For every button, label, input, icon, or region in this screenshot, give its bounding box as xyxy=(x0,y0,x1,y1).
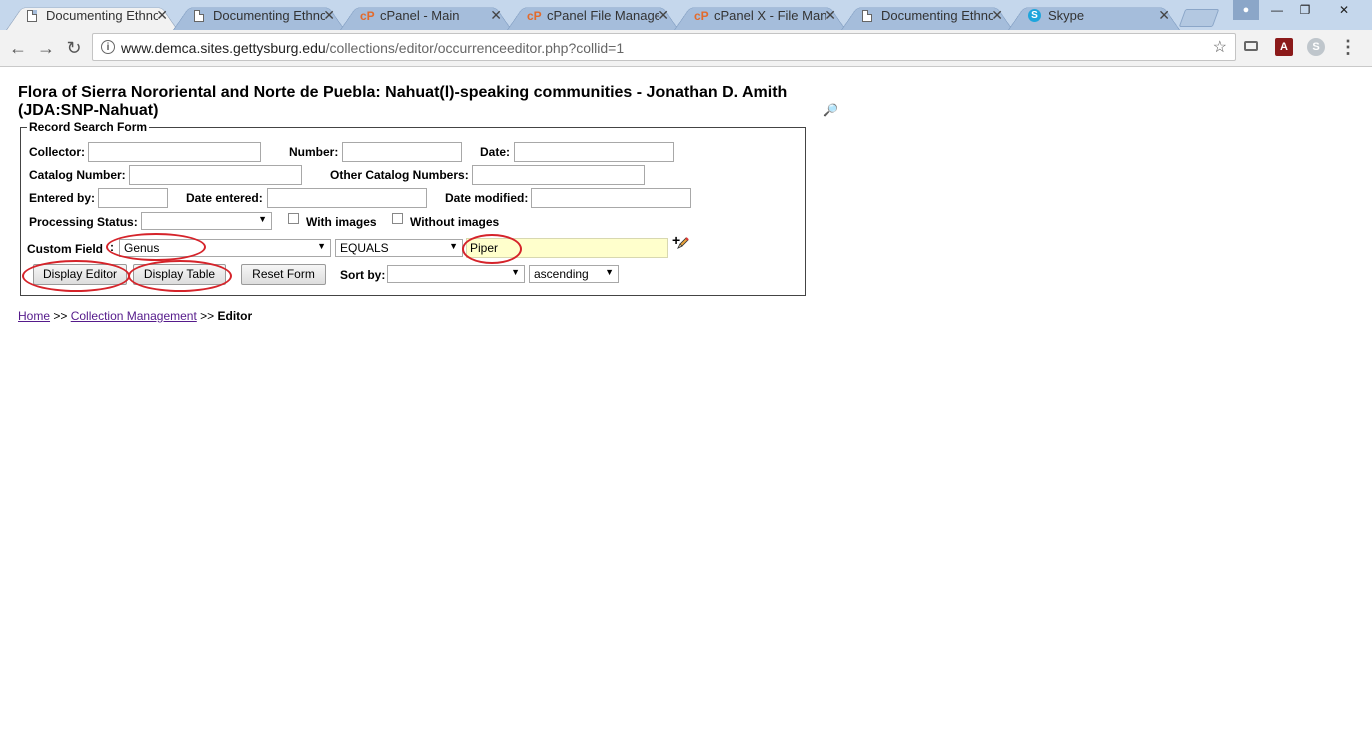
number-input[interactable] xyxy=(342,142,462,162)
custom-field-select[interactable]: Genus ▼ xyxy=(119,239,331,257)
collector-label: Collector: xyxy=(29,145,86,159)
page-title: Flora of Sierra Nororiental and Norte de… xyxy=(18,84,788,119)
cast-icon[interactable] xyxy=(1244,41,1258,51)
tab-title: Documenting Ethnob xyxy=(213,8,325,23)
other-catalog-input[interactable] xyxy=(472,165,645,185)
tab-title: Documenting Ethno xyxy=(46,8,158,23)
tab-skype[interactable]: S Skype ✕ xyxy=(1008,1,1180,30)
number-label: Number: xyxy=(289,145,339,159)
sort-by-label: Sort by: xyxy=(340,268,386,282)
sort-by-select[interactable]: ▼ xyxy=(387,265,525,283)
breadcrumb-collection-management-link[interactable]: Collection Management xyxy=(71,309,197,323)
close-icon[interactable]: ✕ xyxy=(323,7,335,24)
other-catalog-label: Other Catalog Numbers: xyxy=(330,168,469,182)
browser-toolbar: ← → ↻ i www.demca.sites.gettysburg.edu/c… xyxy=(0,30,1372,67)
bookmark-star-icon[interactable]: ☆ xyxy=(1213,37,1227,57)
without-images-label: Without images xyxy=(410,215,500,229)
processing-status-label: Processing Status: xyxy=(29,215,138,229)
cpanel-icon: cP xyxy=(360,9,375,23)
magnifier-icon[interactable]: 🔎 xyxy=(823,103,838,117)
date-modified-label: Date modified: xyxy=(445,191,529,205)
close-icon[interactable]: ✕ xyxy=(156,7,168,24)
address-bar[interactable]: i www.demca.sites.gettysburg.edu/collect… xyxy=(92,33,1236,61)
dropdown-arrow-icon: ▼ xyxy=(511,267,520,277)
catalog-number-input[interactable] xyxy=(129,165,302,185)
close-icon[interactable]: ✕ xyxy=(991,7,1003,24)
reload-icon[interactable]: ↻ xyxy=(62,36,86,60)
info-icon[interactable]: i xyxy=(101,40,115,54)
url-text: www.demca.sites.gettysburg.edu/collectio… xyxy=(121,40,624,56)
tab-documenting-ethno-1[interactable]: Documenting Ethno ✕ xyxy=(6,1,178,30)
document-icon xyxy=(26,9,38,23)
tab-cpanel-file-manager[interactable]: cP cPanel File Manager ✕ xyxy=(507,1,679,30)
form-legend: Record Search Form xyxy=(29,120,148,134)
back-arrow-icon[interactable]: ← xyxy=(6,36,30,60)
breadcrumb-separator: >> xyxy=(200,309,215,323)
with-images-label: With images xyxy=(306,215,377,229)
tab-documenting-ethno-2[interactable]: Documenting Ethnob ✕ xyxy=(173,1,345,30)
forward-arrow-icon[interactable]: → xyxy=(34,36,58,60)
with-images-checkbox[interactable] xyxy=(288,213,299,224)
operator-value: EQUALS xyxy=(340,241,389,255)
date-label: Date: xyxy=(480,145,511,159)
pdf-extension-icon[interactable]: A xyxy=(1275,38,1293,56)
close-icon[interactable]: ✕ xyxy=(657,7,669,24)
menu-icon[interactable]: ⋮ xyxy=(1339,38,1357,56)
reset-form-button[interactable]: Reset Form xyxy=(241,264,326,285)
close-icon[interactable]: ✕ xyxy=(824,7,836,24)
sort-order-value: ascending xyxy=(534,267,589,281)
cpanel-icon: cP xyxy=(694,9,709,23)
date-input[interactable] xyxy=(514,142,674,162)
skype-icon: S xyxy=(1028,9,1041,23)
custom-field-value: Genus xyxy=(124,241,160,255)
catalog-number-label: Catalog Number: xyxy=(29,168,126,182)
pencil-icon[interactable] xyxy=(676,236,690,250)
dropdown-arrow-icon: ▼ xyxy=(449,241,458,251)
processing-status-select[interactable]: ▼ xyxy=(141,212,272,230)
profile-icon[interactable]: ● xyxy=(1233,0,1259,20)
entered-by-label: Entered by: xyxy=(29,191,96,205)
tab-documenting-ethno-3[interactable]: Documenting Ethno ✕ xyxy=(841,1,1013,30)
tab-strip: Documenting Ethno ✕ Documenting Ethnob ✕… xyxy=(0,0,1372,30)
tab-cpanel-x-file-manager[interactable]: cP cPanel X - File Mana ✕ xyxy=(674,1,846,30)
breadcrumb: Home >> Collection Management >> Editor xyxy=(18,309,252,323)
sort-order-select[interactable]: ascending ▼ xyxy=(529,265,619,283)
skype-extension-icon[interactable]: S xyxy=(1307,38,1325,56)
tab-title: Skype xyxy=(1048,8,1085,23)
without-images-checkbox[interactable] xyxy=(392,213,403,224)
collector-input[interactable] xyxy=(88,142,261,162)
tab-title: cPanel X - File Mana xyxy=(714,8,826,23)
dropdown-arrow-icon: ▼ xyxy=(317,241,326,251)
url-path: /collections/editor/occurrenceeditor.php… xyxy=(325,40,625,56)
dropdown-arrow-icon: ▼ xyxy=(258,214,267,224)
dropdown-arrow-icon: ▼ xyxy=(605,267,614,277)
date-modified-input[interactable] xyxy=(531,188,691,208)
date-entered-input[interactable] xyxy=(267,188,427,208)
tab-title: Documenting Ethno xyxy=(881,8,993,23)
breadcrumb-current: Editor xyxy=(217,309,253,323)
tab-title: cPanel File Manager xyxy=(547,8,659,23)
operator-select[interactable]: EQUALS ▼ xyxy=(335,239,463,257)
restore-icon[interactable]: ❐ xyxy=(1290,0,1320,20)
custom-field-colon: : xyxy=(110,240,114,254)
window-close-icon[interactable]: ✕ xyxy=(1326,0,1362,20)
entered-by-input[interactable] xyxy=(98,188,168,208)
close-icon[interactable]: ✕ xyxy=(490,7,502,24)
display-editor-button[interactable]: Display Editor xyxy=(33,264,127,285)
breadcrumb-separator: >> xyxy=(53,309,68,323)
custom-field-label: Custom Field xyxy=(27,242,104,256)
date-entered-label: Date entered: xyxy=(186,191,263,205)
tab-title: cPanel - Main xyxy=(380,8,460,23)
document-icon xyxy=(861,9,873,23)
minimize-icon[interactable]: — xyxy=(1262,0,1292,20)
cpanel-icon: cP xyxy=(527,9,542,23)
custom-value-input[interactable] xyxy=(466,238,668,258)
new-tab-button[interactable] xyxy=(1178,9,1220,27)
url-host: www.demca.sites.gettysburg.edu xyxy=(121,40,326,56)
document-icon xyxy=(193,9,205,23)
tab-cpanel-main[interactable]: cP cPanel - Main ✕ xyxy=(340,1,512,30)
close-icon[interactable]: ✕ xyxy=(1158,7,1170,24)
breadcrumb-home-link[interactable]: Home xyxy=(18,309,50,323)
display-table-button[interactable]: Display Table xyxy=(133,264,226,285)
